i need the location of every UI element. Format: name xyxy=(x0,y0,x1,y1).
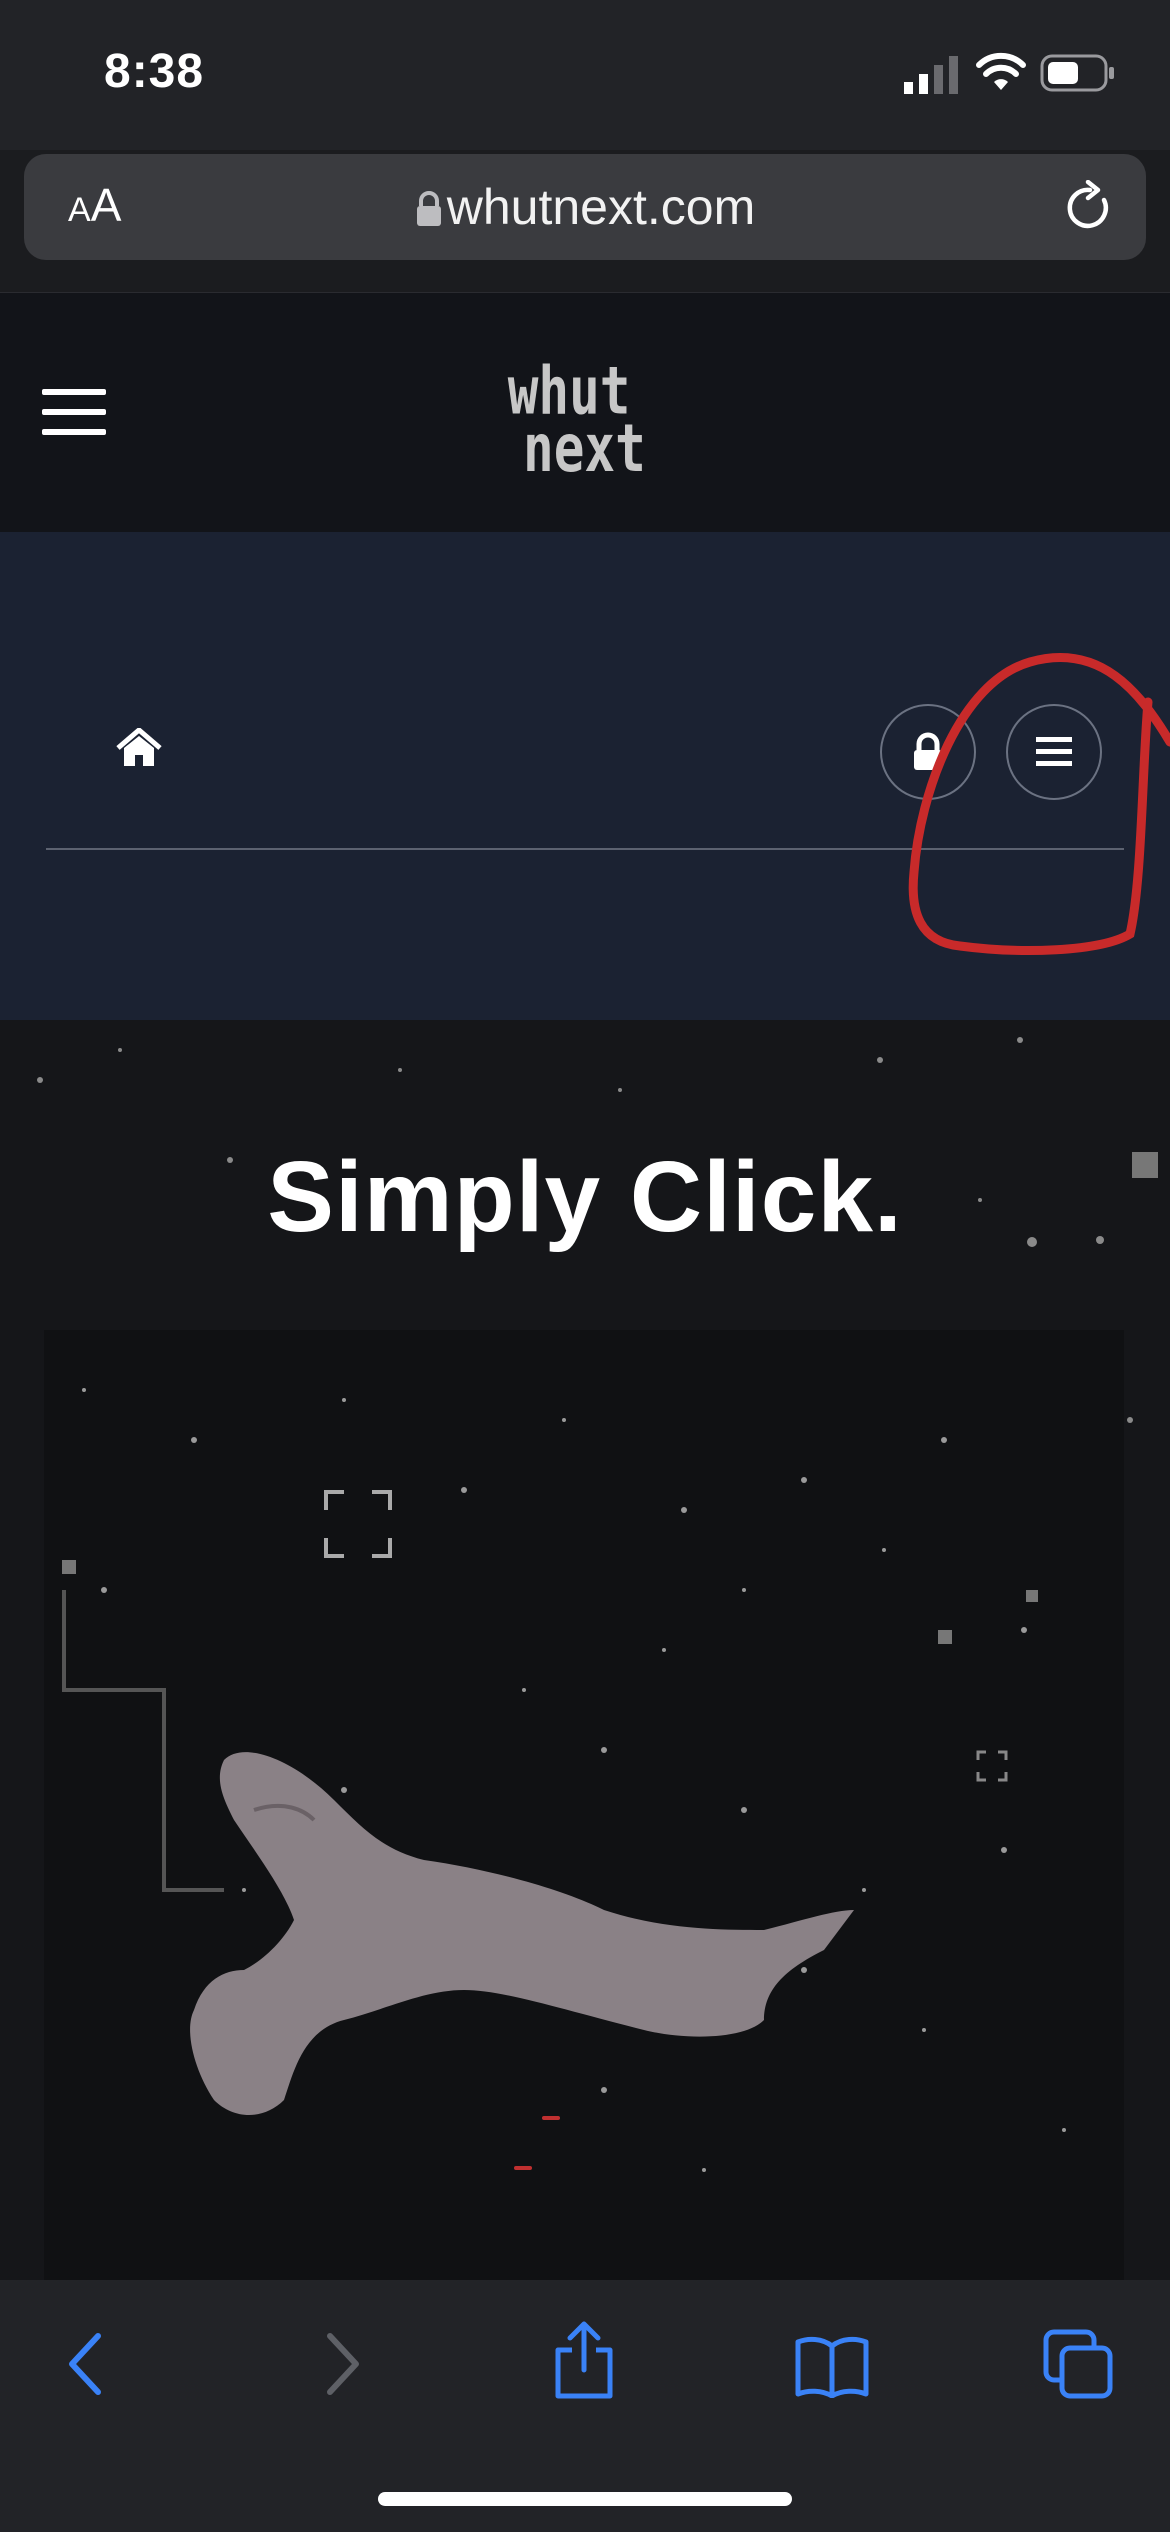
site-logo[interactable]: whut next xyxy=(506,341,666,491)
bookmarks-icon[interactable] xyxy=(794,2334,870,2398)
status-bar: 8:38 xyxy=(0,0,1170,150)
forward-icon[interactable] xyxy=(322,2332,362,2396)
lock-icon xyxy=(416,191,441,226)
page-nav-band xyxy=(0,532,1170,1020)
address-bar[interactable]: AA whutnext.com xyxy=(24,154,1146,260)
browser-toolbar xyxy=(0,2280,1170,2532)
url-field[interactable]: whutnext.com xyxy=(24,178,1146,236)
url-text: whutnext.com xyxy=(446,179,756,235)
site-header: whut next xyxy=(0,292,1170,533)
video-still xyxy=(62,1388,1066,2172)
back-icon[interactable] xyxy=(66,2332,106,2396)
svg-text:next: next xyxy=(523,409,646,486)
hero-title: Simply Click. xyxy=(267,1141,903,1253)
flying-creature-figure xyxy=(190,1752,854,2115)
video-player[interactable] xyxy=(44,1330,1124,2280)
cellular-signal-icon xyxy=(904,56,958,94)
tabs-icon[interactable] xyxy=(1042,2328,1114,2400)
hamburger-menu-icon[interactable] xyxy=(42,389,106,437)
status-time: 8:38 xyxy=(104,45,205,98)
battery-icon xyxy=(1040,54,1114,92)
share-icon[interactable] xyxy=(552,2320,616,2400)
red-circle-annotation xyxy=(908,653,1170,955)
wifi-icon xyxy=(976,52,1026,90)
hero-section: Simply Click. xyxy=(0,1020,1170,2280)
home-icon[interactable] xyxy=(116,728,162,768)
reload-icon[interactable] xyxy=(1064,180,1116,236)
home-indicator[interactable] xyxy=(378,2492,792,2506)
